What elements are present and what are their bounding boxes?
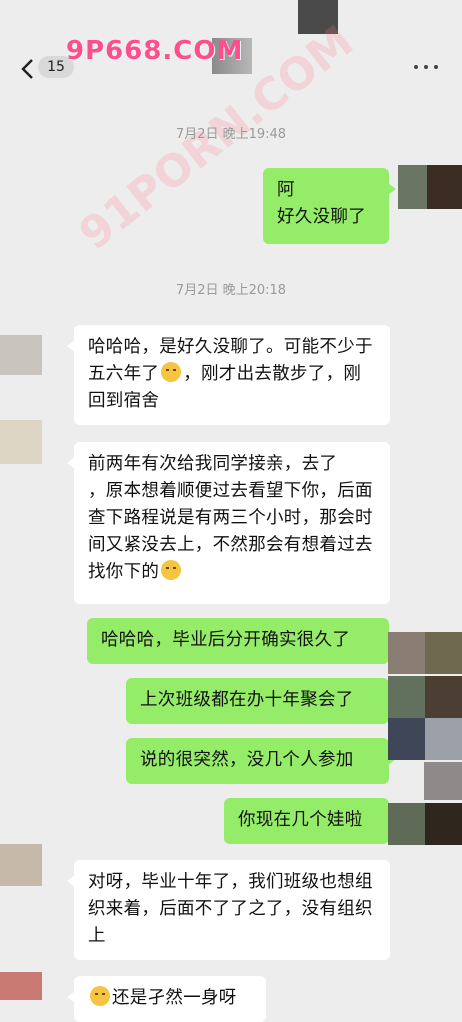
thinking-face-emoji-icon: [161, 560, 182, 580]
avatar[interactable]: [424, 762, 462, 800]
message-bubble-received[interactable]: 前两年有次给我同学接亲，去了 ，原本想着顺便过去看望下你，后面查下路程说是有两三…: [67, 442, 390, 604]
message-bubble-sent[interactable]: 你现在几个娃啦: [224, 798, 396, 844]
message-bubble-received[interactable]: 还是孑然一身呀: [67, 976, 266, 1022]
avatar[interactable]: [398, 165, 462, 209]
avatar[interactable]: [0, 972, 42, 1000]
message-bubble-received[interactable]: 哈哈哈，是好久没聊了。可能不少于五六年了 ，刚才出去散步了，刚回到宿舍: [67, 325, 390, 425]
laughing-tears-emoji-icon: [161, 362, 182, 382]
message-bubble-sent[interactable]: 阿 好久没聊了: [263, 168, 396, 244]
message-text: 前两年有次给我同学接亲，去了 ，原本想着顺便过去看望下你，后面查下路程说是有两三…: [88, 454, 373, 582]
avatar[interactable]: [0, 335, 42, 375]
message-bubble-sent[interactable]: 说的很突然，没几个人参加: [126, 738, 396, 784]
site-watermark: 9P668.COM: [66, 36, 244, 66]
message-bubble-sent[interactable]: 上次班级都在办十年聚会了: [126, 678, 396, 724]
message-bubble-sent[interactable]: 哈哈哈，毕业后分开确实很久了: [87, 618, 396, 664]
timestamp: 7月2日 晚上19:48: [175, 127, 287, 142]
timestamp: 7月2日 晚上20:18: [175, 283, 287, 298]
avatar[interactable]: [388, 803, 462, 845]
avatar[interactable]: [388, 676, 462, 718]
avatar[interactable]: [388, 718, 462, 760]
message-text: 还是孑然一身呀: [112, 988, 237, 1008]
message-bubble-received[interactable]: 对呀，毕业十年了，我们班级也想组织来着，后面不了了之了，没有组织上: [67, 860, 390, 960]
avatar[interactable]: [0, 420, 42, 464]
avatar[interactable]: [388, 632, 462, 674]
more-options-icon[interactable]: [414, 62, 442, 72]
laughing-tears-emoji-icon: [90, 986, 110, 1006]
avatar[interactable]: [0, 844, 42, 886]
